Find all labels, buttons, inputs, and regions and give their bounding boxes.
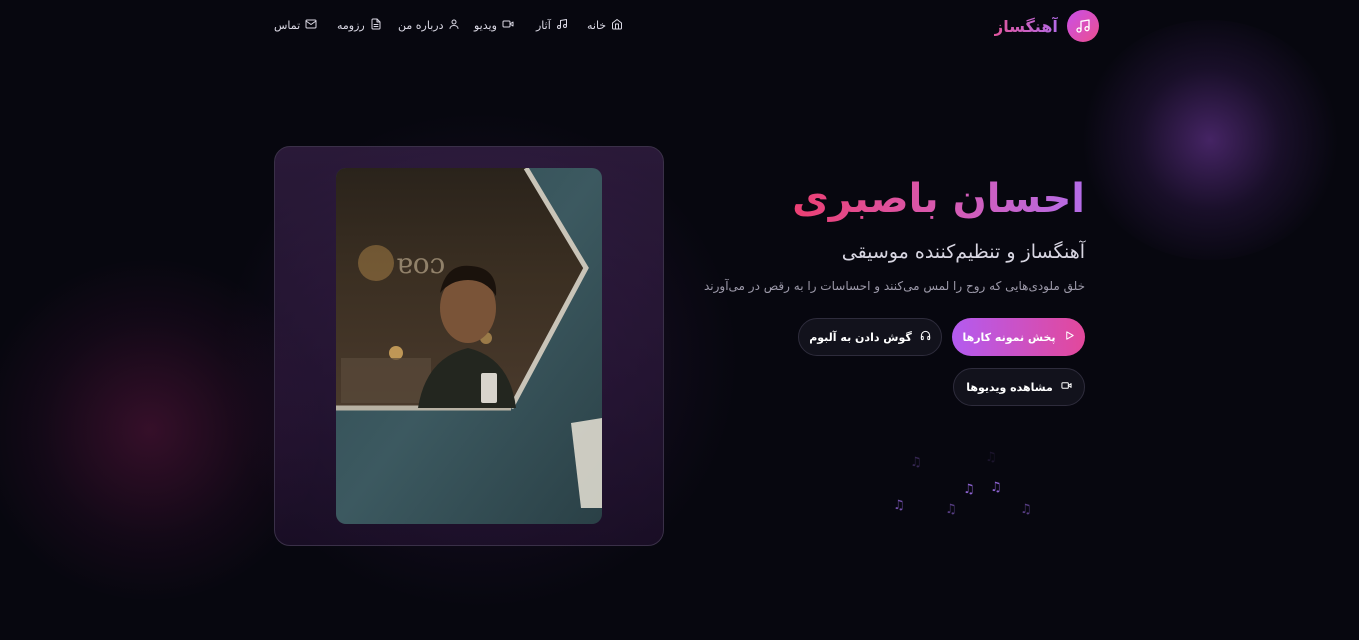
main-nav: خانه آثار ویدیو درباره من رزومه تماس [274,17,624,33]
button-label: مشاهده ویدیوها [966,380,1053,394]
play-samples-button[interactable]: پخش نمونه کارها [952,318,1085,356]
headphones-icon [920,330,931,344]
music-note-icon: ♫ [990,480,1002,495]
music-note-icon: ♫ [893,498,905,513]
play-icon [1064,330,1075,344]
nav-item-about[interactable]: درباره من [398,17,460,33]
mail-icon [305,18,317,33]
music-note-icon: ♫ [910,455,922,470]
music-note-icon: ♫ [945,502,957,517]
portrait-photo: ɐoɔ [336,168,602,524]
home-icon [611,18,623,33]
button-label: پخش نمونه کارها [962,330,1056,344]
document-icon [370,18,382,33]
watch-videos-button[interactable]: مشاهده ویدیوها [953,368,1085,406]
nav-item-contact[interactable]: تماس [274,17,317,33]
video-icon [1061,380,1072,394]
nav-label: خانه [587,18,607,32]
hero-subtitle: آهنگساز و تنظیم‌کننده موسیقی [841,241,1085,263]
background-glow-top-right [1080,20,1340,260]
nav-label: ویدیو [474,18,497,32]
nav-label: تماس [274,18,301,32]
nav-item-works[interactable]: آثار [536,17,568,33]
hero-description: خلق ملودی‌هایی که روح را لمس می‌کنند و ا… [703,279,1085,293]
music-note-icon [1066,10,1099,42]
music-note-icon: ♫ [963,482,975,497]
user-icon [448,18,460,33]
music-note-icon: ♫ [985,450,997,465]
listen-album-button[interactable]: گوش دادن به آلبوم [798,318,942,356]
music-note-icon: ♫ [1020,502,1032,517]
svg-text:ɐoɔ: ɐoɔ [396,247,445,280]
hero-name: احسان باصبری [792,176,1085,222]
nav-label: درباره من [398,18,444,32]
nav-item-video[interactable]: ویدیو [474,17,514,33]
video-icon [502,18,514,33]
brand-logo[interactable]: آهنگساز [994,10,1099,42]
background-glow-left [0,260,320,600]
nav-label: رزومه [337,18,365,32]
button-label: گوش دادن به آلبوم [809,330,912,344]
nav-item-home[interactable]: خانه [587,17,623,33]
nav-item-resume[interactable]: رزومه [337,17,382,33]
music-note-icon [556,18,568,33]
brand-name: آهنگساز [994,16,1058,36]
nav-label: آثار [536,18,551,32]
